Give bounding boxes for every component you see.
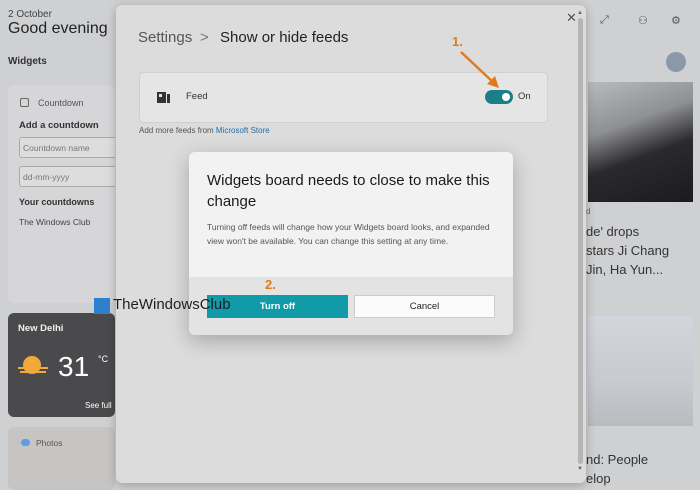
annotation-arrow-icon xyxy=(460,51,499,88)
watermark-text: TheWindowsClub xyxy=(113,296,231,313)
dialog-body: Turning off feeds will change how your W… xyxy=(207,222,490,246)
toggle-state-label: On xyxy=(518,91,531,102)
news-headline2-line[interactable]: nd: People xyxy=(586,450,648,469)
news-headline-line[interactable]: Jin, Ha Yun... xyxy=(586,260,663,279)
countdown-date-input[interactable]: dd-mm-yyyy xyxy=(19,166,115,187)
news-headline2-line[interactable]: elop xyxy=(586,469,611,488)
annotation-step-2: 2. xyxy=(265,277,276,292)
countdown-item[interactable]: The Windows Club xyxy=(19,217,90,227)
avatar[interactable] xyxy=(666,52,686,72)
scroll-down-icon[interactable]: ▼ xyxy=(577,466,583,472)
countdown-name-input[interactable]: Countdown name xyxy=(19,137,115,158)
dialog-title: Widgets board needs to close to make thi… xyxy=(207,172,490,210)
countdown-title: Countdown xyxy=(38,98,84,108)
photos-widget[interactable]: Photos xyxy=(8,427,115,490)
gear-icon[interactable]: ⚙ xyxy=(671,14,681,27)
close-icon[interactable]: ✕ xyxy=(566,10,577,26)
board-greeting: Good evening xyxy=(8,20,108,37)
weather-city: New Delhi xyxy=(18,323,64,334)
dialog-footer: Turn off Cancel xyxy=(189,277,513,335)
confirm-dialog: Widgets board needs to close to make thi… xyxy=(189,152,513,335)
board-date: 2 October xyxy=(8,9,52,20)
countdown-add-label: Add a countdown xyxy=(19,120,99,131)
annotation-step-1: 1. xyxy=(452,34,463,49)
news-source: d xyxy=(586,207,591,216)
photos-title: Photos xyxy=(36,438,63,448)
news-image-top[interactable] xyxy=(588,82,693,202)
photos-icon xyxy=(21,439,30,446)
weather-temp: 31 xyxy=(58,351,90,382)
countdown-yours-label: Your countdowns xyxy=(19,197,95,207)
news-headline-line[interactable]: stars Ji Chang xyxy=(586,241,669,260)
weather-see-full[interactable]: See full xyxy=(85,401,112,410)
weather-unit: °C xyxy=(98,354,109,364)
feed-label: Feed xyxy=(186,91,208,102)
scrollbar[interactable] xyxy=(578,18,583,464)
more-feeds-text: Add more feeds from Microsoft Store xyxy=(139,126,270,135)
breadcrumb-settings[interactable]: Settings xyxy=(138,29,192,46)
expand-icon[interactable]: ⤢ xyxy=(600,14,609,27)
scroll-up-icon[interactable]: ▲ xyxy=(577,10,583,16)
people-icon[interactable]: ⚇ xyxy=(638,14,648,27)
page-title: Show or hide feeds xyxy=(220,29,349,46)
sun-icon xyxy=(18,356,48,374)
breadcrumb-separator: > xyxy=(200,29,209,46)
widgets-label: Widgets xyxy=(8,56,47,67)
toggle-knob xyxy=(502,93,510,101)
cancel-button[interactable]: Cancel xyxy=(354,295,495,318)
windows-logo-icon xyxy=(94,298,110,314)
countdown-icon xyxy=(20,98,29,107)
microsoft-store-link[interactable]: Microsoft Store xyxy=(216,126,270,135)
weather-widget[interactable]: New Delhi 31 °C See full xyxy=(8,313,115,417)
feed-icon xyxy=(157,92,170,103)
more-feeds-prefix: Add more feeds from xyxy=(139,126,216,135)
news-image-bottom[interactable] xyxy=(588,316,693,426)
news-headline-line[interactable]: de' drops xyxy=(586,222,639,241)
countdown-widget: Countdown Add a countdown Countdown name… xyxy=(8,85,115,303)
